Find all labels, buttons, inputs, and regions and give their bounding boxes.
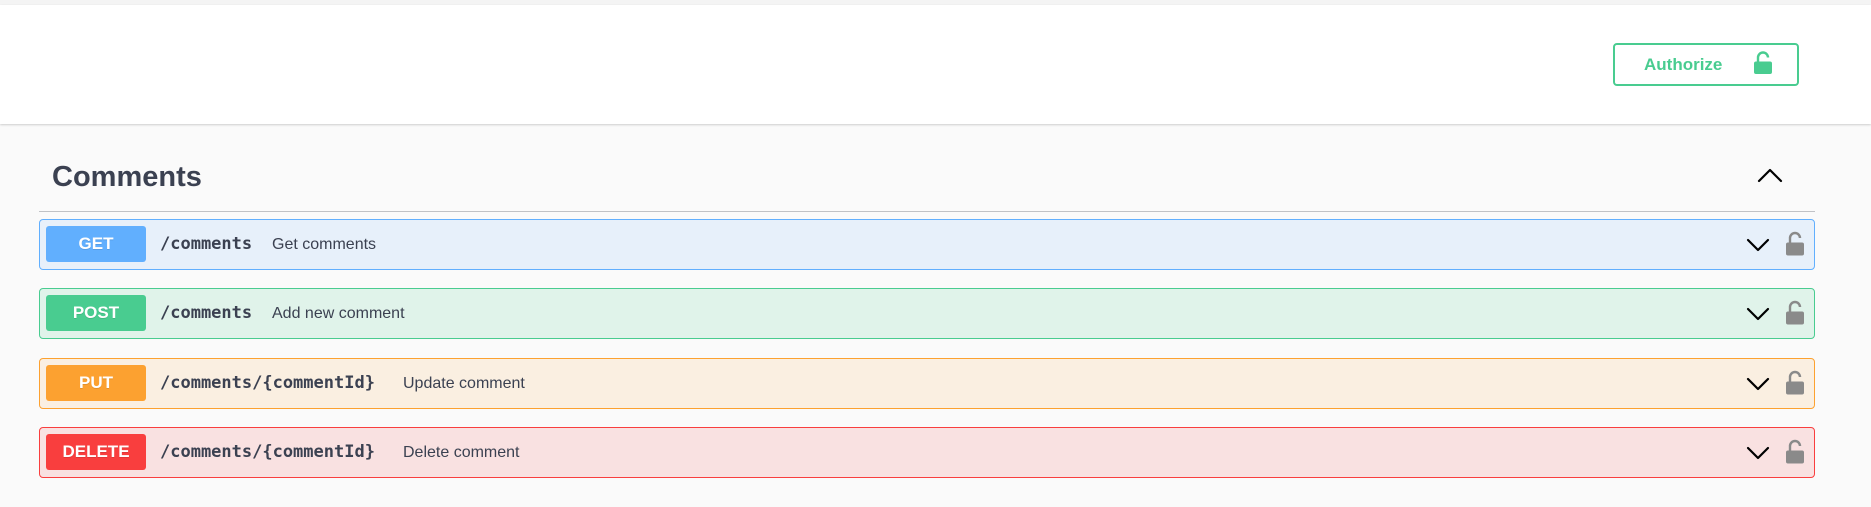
- section-title: Comments: [52, 161, 202, 193]
- chevron-down-icon[interactable]: [1746, 376, 1770, 397]
- method-badge: PUT: [46, 365, 146, 401]
- unlocked-lock-icon: [1753, 51, 1773, 80]
- lock-icon[interactable]: [1785, 439, 1805, 470]
- operation-path: /comments: [160, 303, 253, 323]
- operation-summary: Delete comment: [403, 444, 520, 461]
- operation-get-comments[interactable]: GET /comments Get comments: [39, 219, 1815, 270]
- operation-delete-comment[interactable]: DELETE /comments/{commentId} Delete comm…: [39, 427, 1815, 478]
- operation-path: /comments: [160, 234, 253, 254]
- operation-summary: Update comment: [403, 375, 525, 392]
- authorize-label: Authorize: [1644, 54, 1723, 74]
- chevron-up-icon[interactable]: [1757, 167, 1783, 188]
- operation-path: /comments/{commentId}: [160, 442, 375, 462]
- top-bar: Authorize: [0, 5, 1871, 124]
- lock-icon[interactable]: [1785, 300, 1805, 331]
- chevron-down-icon[interactable]: [1746, 445, 1770, 466]
- operation-path: /comments/{commentId}: [160, 373, 375, 393]
- method-badge: DELETE: [46, 434, 146, 470]
- operation-put-comment[interactable]: PUT /comments/{commentId} Update comment: [39, 358, 1815, 409]
- method-badge: GET: [46, 226, 146, 262]
- chevron-down-icon[interactable]: [1746, 237, 1770, 258]
- chevron-down-icon[interactable]: [1746, 306, 1770, 327]
- operation-post-comments[interactable]: POST /comments Add new comment: [39, 288, 1815, 339]
- method-badge: POST: [46, 295, 146, 331]
- lock-icon[interactable]: [1785, 231, 1805, 262]
- operation-summary: Add new comment: [272, 305, 405, 322]
- lock-icon[interactable]: [1785, 370, 1805, 401]
- operation-summary: Get comments: [272, 236, 377, 253]
- section-header[interactable]: Comments: [39, 124, 1815, 212]
- authorize-button[interactable]: Authorize: [1613, 43, 1799, 86]
